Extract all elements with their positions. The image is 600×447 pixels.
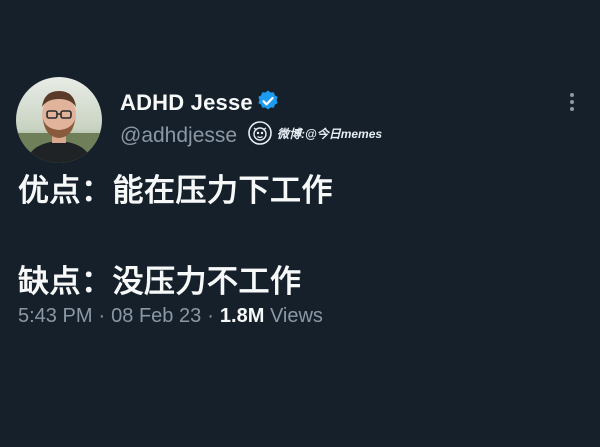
tweet-card: ADHD Jesse @adhdjesse 微博:@今日memes 优点：能在压… — [0, 0, 600, 447]
tweet-time[interactable]: 5:43 PM — [18, 305, 92, 327]
weibo-logo-icon — [248, 121, 272, 145]
meta-separator: · — [207, 305, 214, 327]
tweet-date[interactable]: 08 Feb 23 — [111, 305, 201, 327]
tweet-text-line-2: 缺点：没压力不工作 — [18, 264, 302, 300]
avatar-image — [16, 77, 102, 163]
tweet-meta: 5:43 PM · 08 Feb 23 · 1.8M Views — [18, 305, 323, 328]
watermark-text: 微博:@今日memes — [277, 126, 383, 141]
handle[interactable]: @adhdjesse — [120, 124, 237, 148]
more-vertical-icon[interactable] — [562, 90, 582, 114]
avatar[interactable] — [16, 77, 102, 163]
watermark: 微博:@今日memes — [247, 120, 382, 146]
views-count[interactable]: 1.8M — [220, 305, 264, 327]
meta-separator: · — [98, 305, 106, 327]
views-label: Views — [269, 305, 323, 327]
verified-badge-icon — [258, 90, 278, 110]
tweet-text-line-1: 优点：能在压力下工作 — [18, 173, 333, 209]
display-name[interactable]: ADHD Jesse — [120, 90, 253, 116]
